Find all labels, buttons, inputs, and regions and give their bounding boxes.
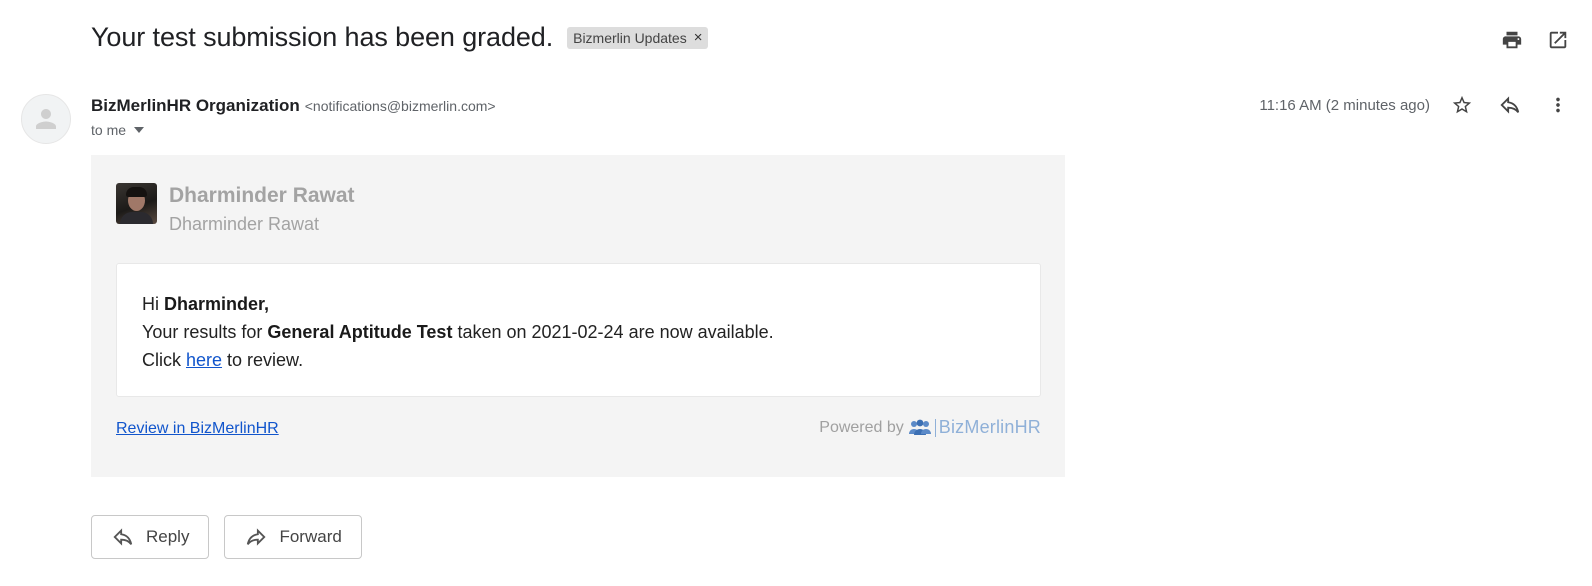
profile-name: Dharminder Rawat (169, 184, 355, 207)
star-icon[interactable] (1450, 93, 1474, 117)
message-card: Hi Dharminder, Your results for General … (116, 263, 1041, 397)
powered-by: Powered by BizMerlinHR (819, 417, 1041, 438)
label-chip[interactable]: Bizmerlin Updates × (567, 26, 709, 49)
forward-button[interactable]: Forward (224, 515, 362, 559)
profile-subtitle: Dharminder Rawat (169, 214, 320, 234)
reply-label: Reply (146, 527, 190, 546)
subject-row: Your test submission has been graded. Bi… (91, 22, 709, 53)
forward-label: Forward (279, 527, 342, 546)
print-icon[interactable] (1500, 28, 1524, 52)
email-body: Dharminder Rawat Dharminder Rawat Hi Dha… (91, 155, 1065, 477)
brand-name: BizMerlinHR (938, 417, 1041, 437)
greeting-name: Dharminder, (164, 294, 270, 314)
top-actions (1500, 28, 1570, 52)
recipient-details-toggle[interactable]: to me (91, 122, 145, 138)
profile-photo (116, 183, 157, 224)
people-group-icon (908, 419, 931, 435)
reply-icon (113, 528, 133, 546)
results-line: Your results for General Aptitude Test t… (142, 322, 774, 342)
sender-name[interactable]: BizMerlinHR Organization (91, 96, 300, 116)
click-line: Click here to review. (142, 350, 304, 370)
powered-by-label: Powered by (819, 418, 904, 436)
action-buttons: Reply Forward (91, 515, 362, 559)
sender-avatar (21, 94, 71, 144)
label-chip-text: Bizmerlin Updates (573, 29, 687, 46)
message-meta: 11:16 AM (2 minutes ago) (1259, 93, 1570, 117)
review-here-link[interactable]: here (186, 350, 222, 370)
chevron-down-icon[interactable] (134, 127, 145, 133)
review-in-bizmerlinhr-link[interactable]: Review in BizMerlinHR (116, 420, 279, 438)
bizmerlin-logo: BizMerlinHR (908, 417, 1041, 438)
forward-icon (247, 528, 267, 546)
sender-row: BizMerlinHR Organization <notifications@… (91, 96, 496, 116)
sender-email: <notifications@bizmerlin.com> (304, 98, 496, 114)
recipient-label: to me (91, 122, 127, 138)
remove-label-icon[interactable]: × (694, 29, 703, 46)
timestamp: 11:16 AM (2 minutes ago) (1259, 96, 1430, 114)
open-in-new-icon[interactable] (1546, 28, 1570, 52)
reply-icon[interactable] (1498, 93, 1522, 117)
reply-button[interactable]: Reply (91, 515, 210, 559)
more-vert-icon[interactable] (1546, 93, 1570, 117)
person-icon (36, 109, 56, 129)
greeting-line: Hi Dharminder, (142, 294, 270, 314)
profile-header: Dharminder Rawat Dharminder Rawat (116, 183, 355, 237)
email-subject: Your test submission has been graded. (91, 22, 554, 52)
test-name: General Aptitude Test (267, 322, 453, 342)
